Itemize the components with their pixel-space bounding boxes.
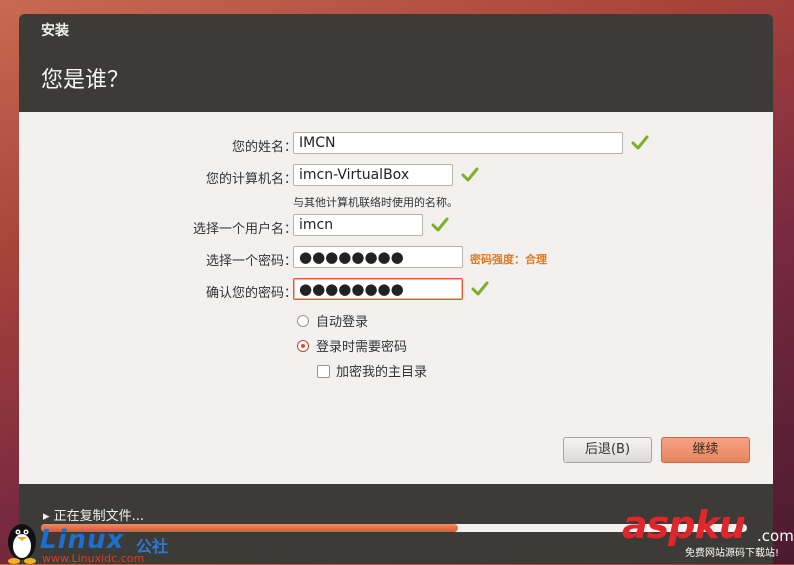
username-label: 选择一个用户名： [192,222,297,237]
username-valid-check-icon [431,217,449,232]
title-bar: 安装 [19,14,773,44]
computer-name-label: 您的计算机名： [205,172,297,187]
confirm-password-field[interactable]: ●●●●●●●● [293,278,463,300]
linux-watermark-logo: Linux [40,525,125,555]
aspku-watermark-slogan: 免费网站源码下载站! [685,548,780,559]
window-title: 安装 [41,23,69,39]
password-strength-text: 密码强度：合理 [470,253,547,266]
computer-name-hint: 与其他计算机联络时使用的名称。 [293,196,458,209]
continue-button[interactable]: 继续 [661,437,750,463]
require-password-label[interactable]: 登录时需要密码 [316,336,407,355]
password-label: 选择一个密码： [205,254,297,269]
tux-penguin-icon [8,524,36,564]
name-valid-check-icon [631,135,649,150]
confirm-password-label: 确认您的密码： [205,286,297,301]
username-field[interactable]: imcn [293,214,423,236]
installer-window: 安装 您是谁？ 您的姓名： IMCN 您的计算机名： imcn-VirtualB… [19,14,773,564]
aspku-watermark-logo: aspku [622,503,746,547]
form-panel: 您的姓名： IMCN 您的计算机名： imcn-VirtualBox 与其他计算… [19,112,773,484]
encrypt-home-checkbox[interactable] [317,365,330,378]
require-password-radio[interactable] [297,340,309,352]
auto-login-radio[interactable] [297,315,309,327]
password-field[interactable]: ●●●●●●●● [293,246,463,268]
aspku-watermark-tld: .com [757,527,794,545]
back-button[interactable]: 后退(B) [563,437,652,463]
auto-login-label[interactable]: 自动登录 [316,311,368,330]
computer-name-valid-check-icon [461,167,479,182]
encrypt-home-label[interactable]: 加密我的主目录 [336,361,427,380]
page-title: 您是谁？ [41,68,130,93]
name-field[interactable]: IMCN [293,132,623,154]
computer-name-field[interactable]: imcn-VirtualBox [293,164,453,186]
linux-watermark-url: www.Linuxidc.com [42,552,145,565]
confirm-valid-check-icon [471,281,489,296]
name-label: 您的姓名： [231,140,297,155]
copy-status-text: ▸ 正在复制文件... [43,509,145,524]
